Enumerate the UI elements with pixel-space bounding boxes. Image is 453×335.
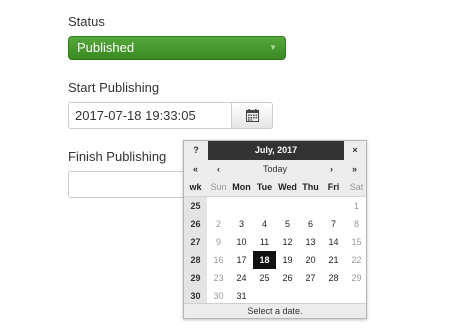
calendar-day[interactable]: 12 [276, 233, 299, 251]
calendar-day[interactable]: 3 [230, 215, 253, 233]
calendar-day[interactable]: 5 [276, 215, 299, 233]
calendar-day[interactable]: 27 [299, 269, 322, 287]
calendar-week-row: 28 16 17 18 19 20 21 22 [184, 251, 366, 269]
calendar-day[interactable]: 7 [322, 215, 345, 233]
calendar-day [253, 197, 276, 215]
calendar-day [276, 197, 299, 215]
weekday-header-0: wk [189, 182, 202, 192]
calendar-help-button[interactable]: ? [184, 141, 209, 160]
weekday-header-2: Mon [232, 182, 251, 192]
calendar-month-title: July, 2017 [208, 141, 344, 160]
calendar-week-row: 25 1 [184, 197, 366, 215]
calendar-day[interactable]: 20 [299, 251, 322, 269]
calendar-day[interactable]: 8 [345, 215, 368, 233]
calendar-title-row: ? July, 2017 × [184, 141, 366, 160]
weekday-header-4: Wed [278, 182, 297, 192]
week-number: 28 [190, 255, 201, 265]
calendar-day[interactable]: 1 [345, 197, 368, 215]
calendar-day[interactable]: 10 [230, 233, 253, 251]
prev-year-button[interactable]: « [184, 160, 207, 178]
chevron-down-icon: ▼ [269, 43, 277, 52]
calendar-week-row: 27 9 10 11 12 13 14 15 [184, 233, 366, 251]
finish-publishing-label: Finish Publishing [68, 149, 167, 164]
calendar-day[interactable]: 11 [253, 233, 276, 251]
weekday-header-7: Sat [349, 182, 364, 192]
start-publishing-input[interactable]: 2017-07-18 19:33:05 [68, 102, 232, 129]
calendar-day [207, 197, 230, 215]
status-value: Published [77, 40, 135, 55]
calendar-day[interactable]: 16 [207, 251, 230, 269]
calendar-day[interactable]: 13 [299, 233, 322, 251]
calendar-day[interactable]: 14 [322, 233, 345, 251]
calendar-nav-row: « ‹ Today › » [184, 160, 366, 178]
calendar-day[interactable]: 26 [276, 269, 299, 287]
calendar-day[interactable]: 21 [322, 251, 345, 269]
calendar-week-row: 26 2 3 4 5 6 7 8 [184, 215, 366, 233]
start-publishing-calendar-button[interactable] [231, 102, 273, 129]
calendar-day[interactable]: 15 [345, 233, 368, 251]
calendar-weekday-header: wk Sun Mon Tue Wed Thu Fri Sat [184, 178, 366, 197]
calendar-day[interactable]: 9 [207, 233, 230, 251]
calendar-day[interactable]: 25 [253, 269, 276, 287]
prev-month-button[interactable]: ‹ [207, 160, 230, 178]
calendar-day-selected[interactable]: 18 [253, 251, 276, 269]
week-number: 27 [190, 237, 201, 247]
calendar-close-button[interactable]: × [344, 141, 366, 160]
weekday-header-5: Thu [302, 182, 319, 192]
weekday-header-3: Tue [256, 182, 273, 192]
calendar-week-row: 29 23 24 25 26 27 28 29 [184, 269, 366, 287]
calendar-day[interactable]: 6 [299, 215, 322, 233]
calendar-day[interactable]: 2 [207, 215, 230, 233]
calendar-day[interactable]: 4 [253, 215, 276, 233]
calendar-day[interactable]: 24 [230, 269, 253, 287]
calendar-day [299, 197, 322, 215]
calendar-status-bar: Select a date. [184, 303, 366, 318]
week-number: 29 [190, 273, 201, 283]
calendar-day[interactable]: 29 [345, 269, 368, 287]
calendar-day[interactable]: 17 [230, 251, 253, 269]
next-month-button[interactable]: › [320, 160, 343, 178]
status-label: Status [68, 14, 105, 29]
calendar-day [230, 197, 253, 215]
calendar-day[interactable]: 23 [207, 269, 230, 287]
calendar-day [322, 197, 345, 215]
weekday-header-6: Fri [327, 182, 340, 192]
today-button[interactable]: Today [230, 160, 320, 178]
week-number: 25 [190, 201, 201, 211]
finish-publishing-input[interactable] [68, 171, 188, 198]
week-number: 26 [190, 219, 201, 229]
next-year-button[interactable]: » [343, 160, 366, 178]
calendar-popup: ? July, 2017 × « ‹ Today › » wk Sun Mon Tue… [183, 140, 367, 319]
calendar-day[interactable]: 22 [345, 251, 368, 269]
calendar-day[interactable]: 28 [322, 269, 345, 287]
calendar-day[interactable]: 19 [276, 251, 299, 269]
calendar-icon [246, 109, 259, 122]
start-publishing-label: Start Publishing [68, 80, 160, 95]
weekday-header-1: Sun [210, 182, 227, 192]
status-select[interactable]: Published ▼ [68, 36, 286, 60]
